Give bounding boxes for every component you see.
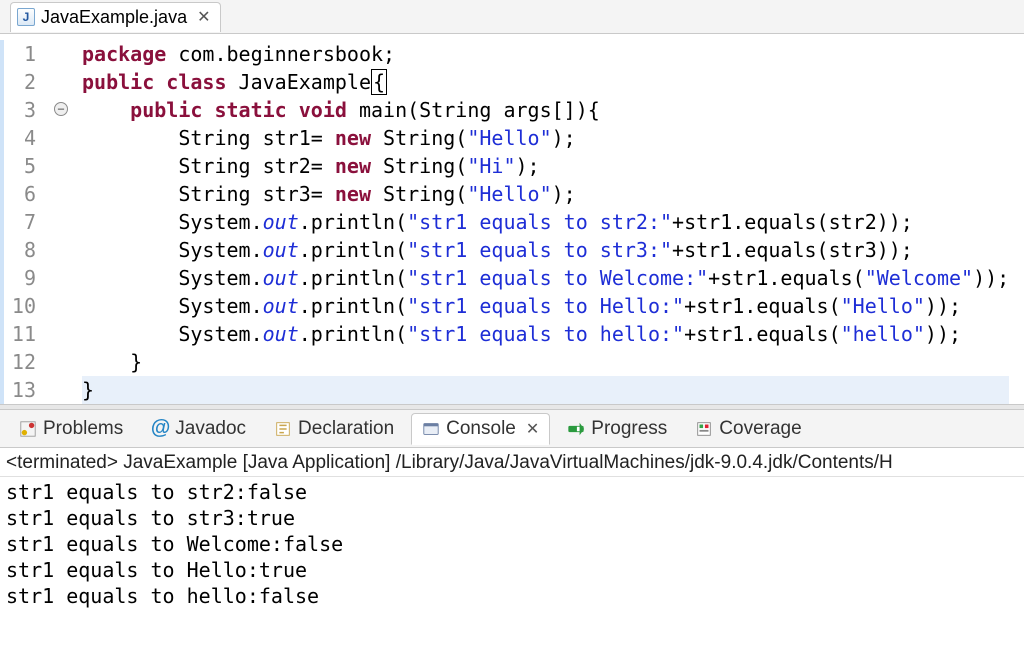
view-tab-label: Progress [591,418,667,440]
code-editor[interactable]: 12345678910111213 − package com.beginner… [0,34,1024,404]
view-tab-console[interactable]: Console ✕ [411,413,550,445]
coverage-icon [695,420,713,438]
view-tab-javadoc[interactable]: @ Javadoc [140,413,257,445]
view-tab-label: Javadoc [175,418,246,440]
javadoc-icon: @ [151,420,169,438]
view-tab-problems[interactable]: Problems [8,413,134,445]
console-status: <terminated> JavaExample [Java Applicati… [0,448,1024,477]
editor-tabbar: J JavaExample.java ✕ [0,0,1024,34]
fold-gutter: − [48,40,70,404]
view-tab-label: Console [446,418,516,440]
problems-icon [19,420,37,438]
close-icon[interactable]: ✕ [197,7,210,27]
view-tab-label: Problems [43,418,123,440]
progress-icon [567,420,585,438]
code-content[interactable]: package com.beginnersbook;public class J… [70,40,1009,404]
view-tab-declaration[interactable]: Declaration [263,413,405,445]
views-tabbar: Problems @ Javadoc Declaration Console ✕ Progr… [0,410,1024,448]
editor-tab-title: JavaExample.java [41,7,187,28]
view-tab-coverage[interactable]: Coverage [684,413,812,445]
editor-tab[interactable]: J JavaExample.java ✕ [10,2,221,32]
console-icon [422,420,440,438]
line-number-gutter: 12345678910111213 [0,40,48,404]
view-tab-progress[interactable]: Progress [556,413,678,445]
java-file-icon: J [17,8,35,26]
fold-toggle-icon[interactable]: − [54,102,68,116]
declaration-icon [274,420,292,438]
view-tab-label: Coverage [719,418,801,440]
close-icon[interactable]: ✕ [526,419,539,439]
console-output[interactable]: str1 equals to str2:false str1 equals to… [0,477,1024,629]
view-tab-label: Declaration [298,418,394,440]
